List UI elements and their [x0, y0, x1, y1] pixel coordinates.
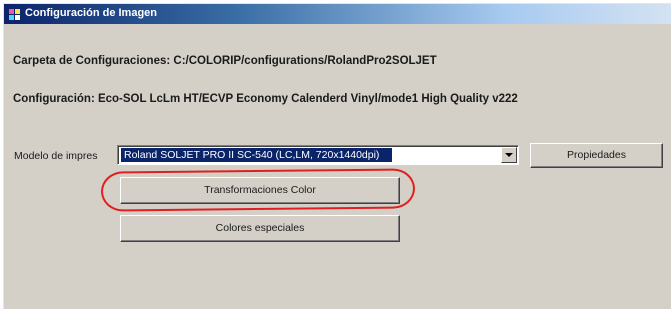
title-bar: Configuración de Imagen [4, 4, 671, 24]
printer-model-label: Modelo de impres [14, 150, 98, 162]
color-transformations-button[interactable]: Transformaciones Color [120, 177, 400, 204]
printer-model-select[interactable]: Roland SOLJET PRO II SC-540 (LC,LM, 720x… [117, 145, 519, 165]
properties-button[interactable]: Propiedades [530, 143, 663, 168]
printer-model-selected-value: Roland SOLJET PRO II SC-540 (LC,LM, 720x… [121, 148, 392, 162]
app-icon [9, 9, 20, 20]
window-title: Configuración de Imagen [25, 7, 158, 19]
config-folder-path: Carpeta de Configuraciones: C:/COLORIP/c… [13, 55, 437, 67]
image-config-window: Configuración de Imagen Carpeta de Confi… [3, 3, 671, 309]
chevron-down-icon[interactable] [501, 147, 517, 163]
special-colors-button[interactable]: Colores especiales [120, 215, 400, 242]
current-configuration: Configuración: Eco-SOL LcLm HT/ECVP Econ… [13, 93, 518, 105]
